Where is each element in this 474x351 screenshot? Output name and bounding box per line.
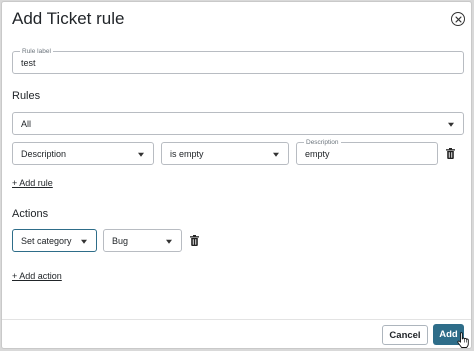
cancel-button[interactable]: Cancel xyxy=(382,325,428,345)
close-icon[interactable] xyxy=(451,12,465,26)
rule-label-floating-label: Rule label xyxy=(20,47,53,56)
add-button[interactable]: Add xyxy=(433,324,464,345)
condition-value-text: empty xyxy=(305,148,330,159)
trash-icon[interactable] xyxy=(446,148,455,159)
dialog-title: Add Ticket rule xyxy=(12,9,125,28)
action-value-text: Bug xyxy=(112,235,129,246)
rules-match-select[interactable]: All xyxy=(12,112,464,135)
footer-divider xyxy=(2,319,471,320)
rules-match-value: All xyxy=(21,118,32,129)
chevron-down-icon xyxy=(448,122,454,127)
chevron-down-icon xyxy=(273,152,279,157)
condition-operator-value: is empty xyxy=(170,148,204,159)
chevron-down-icon xyxy=(81,239,87,244)
add-rule-link[interactable]: + Add rule xyxy=(12,178,53,188)
rule-label-field[interactable]: Rule label test xyxy=(12,47,464,74)
add-action-link[interactable]: + Add action xyxy=(12,271,62,281)
chevron-down-icon xyxy=(166,239,172,244)
condition-value-input[interactable]: Description empty xyxy=(296,138,438,165)
condition-operator-select[interactable]: is empty xyxy=(161,142,289,165)
add-ticket-rule-dialog: Add Ticket rule Rule label test Rules Al… xyxy=(1,1,472,349)
action-value-select[interactable]: Bug xyxy=(103,229,182,252)
action-type-value: Set category xyxy=(21,235,72,246)
condition-value-floating-label: Description xyxy=(304,138,341,147)
condition-field-value: Description xyxy=(21,148,67,159)
actions-heading: Actions xyxy=(12,208,49,220)
action-type-select[interactable]: Set category xyxy=(12,229,97,252)
condition-field-select[interactable]: Description xyxy=(12,142,154,165)
chevron-down-icon xyxy=(138,152,144,157)
trash-icon[interactable] xyxy=(190,235,199,246)
rule-label-value: test xyxy=(21,57,36,68)
rules-heading: Rules xyxy=(12,90,41,102)
